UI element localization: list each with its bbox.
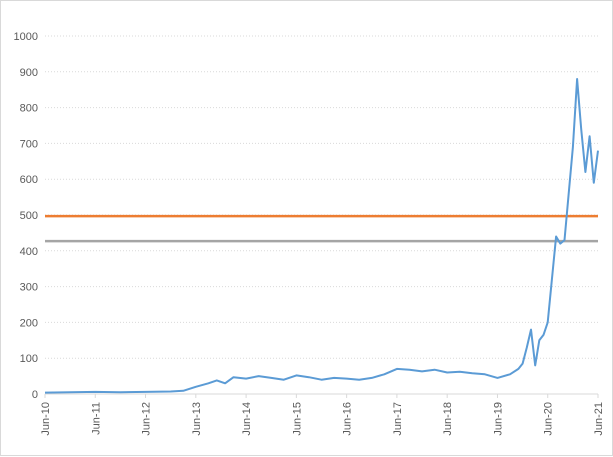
x-tick-label: Jun-11	[90, 402, 102, 435]
y-tick-label: 200	[20, 317, 38, 329]
x-tick-label: Jun-18	[442, 402, 454, 436]
x-tick-label: Jun-13	[191, 402, 203, 436]
series-line-0	[44, 78, 599, 394]
y-tick-label: 900	[20, 67, 38, 79]
y-tick-label: 1000	[14, 31, 38, 43]
x-tick-label: Jun-14	[241, 402, 253, 436]
y-tick-label: 100	[20, 353, 38, 365]
chart-area: 0 100 200 300 400 500 600 700 800 900 1000 Jun-10 J…	[0, 0, 613, 456]
line-chart: 01002003004005006007008009001000 Jun-10 J…	[14, 31, 605, 436]
x-tick-label: Jun-21	[593, 402, 605, 436]
y-tick-label: 400	[20, 246, 38, 258]
x-tick-label: Jun-19	[492, 402, 504, 436]
series	[44, 78, 599, 394]
x-tick-label: Jun-17	[392, 402, 404, 436]
x-tick-label: Jun-12	[141, 402, 153, 436]
x-axis: Jun-10 Jun-11 Jun-12 Jun-13 Jun-14 Jun-15 Jun-…	[40, 394, 605, 436]
y-tick-label: 800	[20, 103, 38, 115]
x-tick-label: Jun-20	[543, 402, 555, 436]
y-axis: 0 100 200 300 400 500 600 700 800 900 1000	[14, 31, 38, 401]
x-tick-label: Jun-15	[291, 402, 303, 436]
y-tick-label: 500	[20, 210, 38, 222]
y-tick-label: 700	[20, 138, 38, 150]
x-tick-label: Jun-16	[342, 402, 354, 436]
y-tick-label: 600	[20, 174, 38, 186]
y-tick-label: 0	[32, 389, 38, 401]
x-tick-label: Jun-10	[40, 402, 52, 436]
y-tick-label: 300	[20, 282, 38, 294]
